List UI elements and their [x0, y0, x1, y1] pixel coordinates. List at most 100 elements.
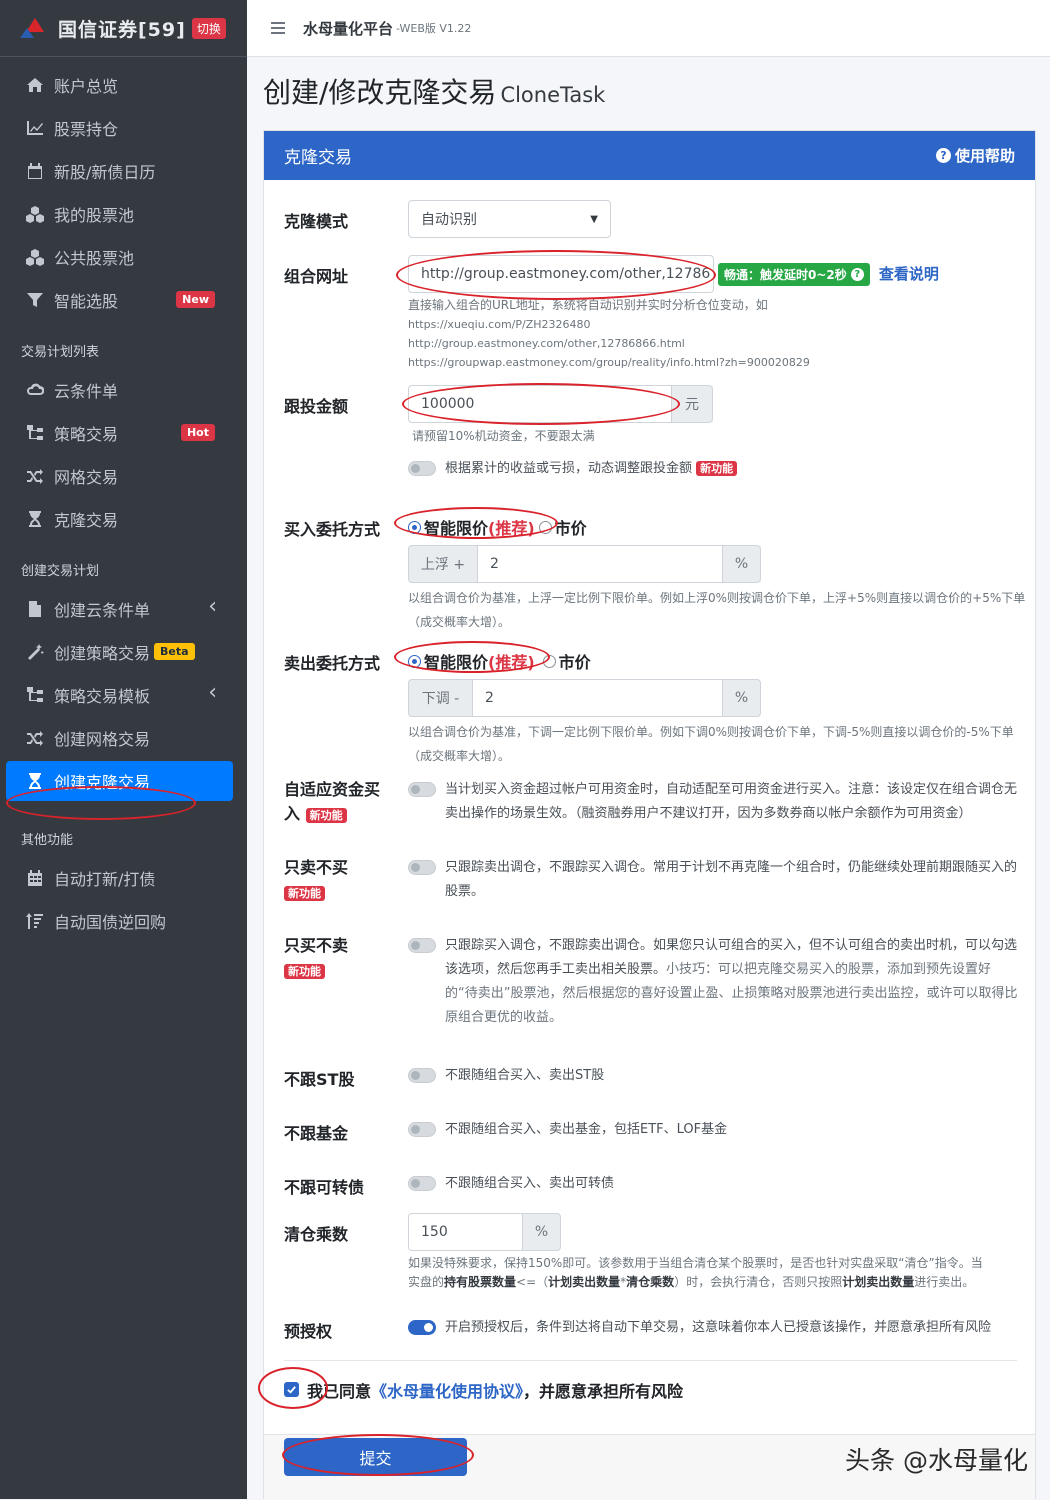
dynamic-amount-label: 根据累计的收益或亏损，动态调整跟投金额	[445, 461, 693, 476]
url-example-3: https://groupwap.eastmoney.com/group/rea…	[408, 356, 810, 369]
sidebar-item-sidebar-items_create-3[interactable]: 创建网格交易	[0, 716, 247, 759]
no-st-toggle[interactable]	[408, 1068, 436, 1083]
badge-new: New	[176, 291, 215, 308]
mode-select[interactable]: 自动识别 ▼	[408, 200, 611, 238]
row-mode: 克隆模式 自动识别 ▼	[284, 200, 1024, 240]
shuffle-icon	[24, 467, 46, 485]
multiplier-input[interactable]: 150	[408, 1213, 523, 1251]
sidebar-item-sidebar-items_main-0[interactable]: 账户总览	[0, 63, 247, 106]
hourglass-icon	[24, 510, 46, 528]
brand[interactable]: 国信证券[59] 切换	[0, 0, 247, 57]
sell-market-radio[interactable]	[542, 654, 556, 668]
sell-smart-radio[interactable]	[408, 654, 421, 668]
sidebar-item-sidebar-items_main-3[interactable]: 我的股票池	[0, 192, 247, 235]
sidebar-item-sidebar-items_plans-2[interactable]: 网格交易	[0, 454, 247, 497]
url-input[interactable]: http://group.eastmoney.com/other,12786	[408, 255, 714, 293]
dynamic-amount-row: 根据累计的收益或亏损，动态调整跟投金额 新功能	[408, 457, 1028, 481]
multiplier-hint-b4: 计划卖出数量	[842, 1275, 915, 1289]
dynamic-amount-toggle[interactable]	[408, 461, 436, 476]
help-link[interactable]: ? 使用帮助	[935, 145, 1015, 166]
sell-label: 卖出委托方式	[284, 654, 381, 673]
agree-post: ，并愿意承担所有风险	[523, 1382, 684, 1401]
sitemap-icon	[24, 686, 46, 704]
buy-offset-input[interactable]: 2	[477, 545, 723, 583]
cubes-icon	[24, 248, 46, 266]
magic-icon	[24, 643, 46, 661]
multiplier-group: 150 %	[408, 1213, 561, 1251]
filter-icon	[24, 291, 46, 309]
no-fund-label: 不跟基金	[284, 1124, 349, 1143]
platform-version: -WEB版 V1.22	[396, 22, 472, 35]
sidebar-item-sidebar-items_main-2[interactable]: 新股/新债日历	[0, 149, 247, 192]
agree-checkbox[interactable]	[284, 1382, 299, 1397]
sidebar-item-sidebar-items_main-4[interactable]: 公共股票池	[0, 235, 247, 278]
multiplier-hint-mid1: <=（	[516, 1275, 549, 1289]
sidebar-item-sidebar-items_plans-1[interactable]: 策略交易 Hot	[0, 411, 247, 454]
sell-offset-value: 2	[485, 690, 494, 706]
card-header: 克隆交易 ? 使用帮助	[264, 131, 1035, 180]
buy-smart-radio[interactable]	[408, 520, 421, 534]
sidebar-item-sidebar-items_create-0[interactable]: 创建云条件单 ‹	[0, 587, 247, 630]
sidebar-item-sidebar-items_other-0[interactable]: 自动打新/打债	[0, 856, 247, 899]
menu-icon[interactable]	[271, 22, 285, 34]
sidebar-item-label: 克隆交易	[54, 510, 119, 530]
sidebar-item-label: 自动打新/打债	[54, 869, 156, 889]
buy-smart-label: 智能限价	[424, 519, 489, 538]
badge-hot: Hot	[180, 424, 215, 441]
row-buy-only: 只买不卖 新功能 只跟踪买入调仓，不跟踪卖出调仓。如果您只认可组合的买入，但不认…	[284, 928, 1024, 1048]
submit-button[interactable]: 提交	[284, 1438, 467, 1476]
row-adaptive: 自适应资金买 入 新功能 当计划买入资金超过帐户可用资金时，自动适配至可用资金进…	[284, 772, 1024, 842]
sitemap-icon	[24, 424, 46, 442]
preauth-label: 预授权	[284, 1322, 333, 1341]
clone-task-card: 克隆交易 ? 使用帮助 克隆模式 自动识别 ▼ 组合网址 http://grou…	[258, 130, 1036, 1500]
question-icon: ?	[935, 148, 951, 163]
sidebar-item-label: 云条件单	[54, 381, 119, 401]
amount-label: 跟投金额	[284, 397, 349, 416]
row-no-cb: 不跟可转债 不跟随组合买入、卖出可转债	[284, 1164, 1024, 1204]
amount-input[interactable]: 100000	[408, 385, 672, 423]
agree-pre: 我已同意	[307, 1382, 372, 1401]
sidebar-item-label: 创建克隆交易	[54, 773, 151, 792]
multiplier-hint-post: 进行卖出。	[914, 1275, 975, 1289]
buy-only-toggle[interactable]	[408, 938, 436, 953]
no-cb-label: 不跟可转债	[284, 1178, 365, 1197]
calendar-grid-icon	[24, 869, 46, 887]
no-fund-text: 不跟随组合买入、卖出基金，包括ETF、LOF基金	[445, 1122, 728, 1137]
no-fund-toggle[interactable]	[408, 1122, 436, 1137]
sidebar-item-sidebar-items_other-1[interactable]: 自动国债逆回购	[0, 899, 247, 942]
buy-market-radio[interactable]	[538, 520, 552, 534]
card-title: 克隆交易	[284, 148, 352, 168]
question-icon[interactable]: ?	[850, 268, 864, 281]
calendar-icon	[24, 162, 46, 180]
sidebar-item-sidebar-items_plans-3[interactable]: 克隆交易	[0, 497, 247, 540]
sidebar-item-sidebar-items_create-1[interactable]: 创建策略交易 Beta	[0, 630, 247, 673]
switch-account-button[interactable]: 切换	[191, 17, 226, 39]
view-explanation-link[interactable]: 查看说明	[879, 265, 939, 283]
sell-offset-input[interactable]: 2	[472, 679, 723, 717]
preauth-toggle[interactable]	[408, 1320, 436, 1335]
sell-only-label: 只卖不买 新功能	[284, 856, 348, 906]
multiplier-hint-mid3: ）时，会执行清仓，否则只按照	[674, 1275, 843, 1289]
brand-name: 国信证券[59]	[58, 18, 186, 41]
sidebar-item-sidebar-items_main-5[interactable]: 智能选股 New	[0, 278, 247, 321]
adaptive-toggle[interactable]	[408, 782, 436, 797]
url-hint: 直接输入组合的URL地址，系统将自动识别并实时分析仓位变动，如 https://…	[408, 296, 1028, 372]
sidebar-item-sidebar-items_create-2[interactable]: 策略交易模板 ‹	[0, 673, 247, 716]
sell-only-toggle[interactable]	[408, 860, 436, 875]
mode-label: 克隆模式	[284, 212, 349, 231]
badge-beta: Beta	[154, 643, 195, 660]
page-title-text: 创建/修改克隆交易	[263, 76, 497, 109]
sidebar-item-sidebar-items_plans-0[interactable]: 云条件单	[0, 368, 247, 411]
file-icon	[24, 600, 46, 618]
sidebar-item-sidebar-items_main-1[interactable]: 股票持仓	[0, 106, 247, 149]
sell-smart-label: 智能限价	[424, 653, 489, 672]
row-sell-only: 只卖不买 新功能 只跟踪卖出调仓，不跟踪买入调仓。常用于计划不再克隆一个组合时，…	[284, 850, 1024, 920]
sell-hint: 以组合调仓价为基准，下调一定比例下限价单。例如下调0%则按调仓价下单，下调-5%…	[408, 725, 1014, 763]
agreement-link[interactable]: 《水母量化使用协议》	[371, 1382, 523, 1401]
main-content: 创建/修改克隆交易 CloneTask 克隆交易 ? 使用帮助 克隆模式 自动识别…	[247, 57, 1050, 1500]
page-title: 创建/修改克隆交易 CloneTask	[263, 71, 605, 111]
sell-unit: %	[722, 679, 761, 717]
sidebar-item-sidebar-items_create-4[interactable]: 创建克隆交易	[6, 761, 233, 801]
buy-only-label: 只买不卖 新功能	[284, 934, 348, 984]
no-cb-toggle[interactable]	[408, 1176, 436, 1191]
